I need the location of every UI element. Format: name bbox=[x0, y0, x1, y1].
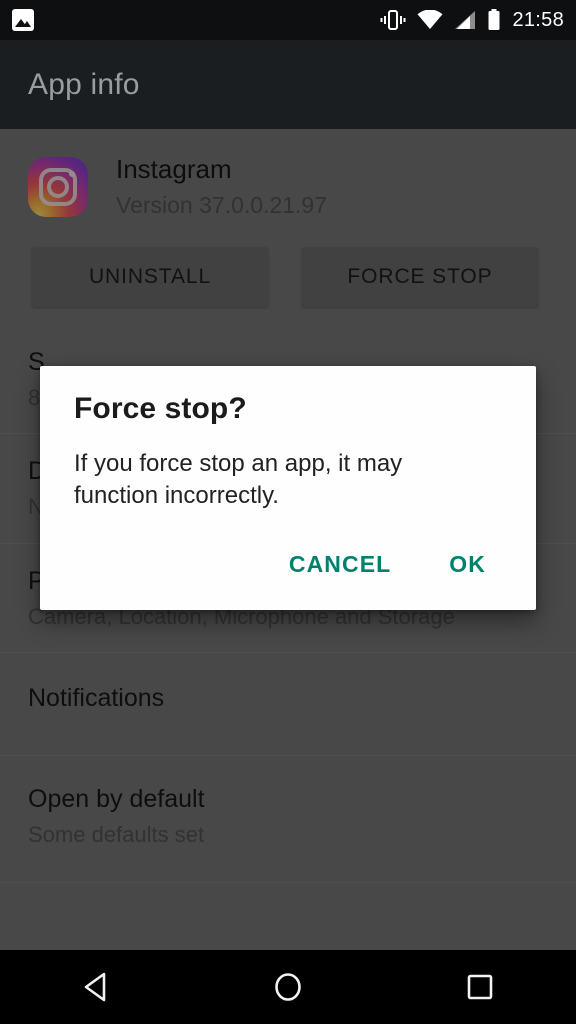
home-circle-icon bbox=[275, 973, 301, 1001]
list-item-title: Notifications bbox=[28, 684, 165, 713]
app-name: Instagram bbox=[116, 154, 232, 184]
dialog-message: If you force stop an app, it may functio… bbox=[74, 450, 403, 509]
status-bar-system-icons: 21:58 bbox=[380, 9, 564, 31]
dialog-title: Force stop? bbox=[74, 392, 247, 425]
list-item-open-by-default[interactable]: Open by default Some defaults set bbox=[0, 755, 576, 882]
phone-screen: 21:58 App info Instagram Version 37.0.0.… bbox=[0, 0, 576, 1024]
app-header-row: Instagram Version 37.0.0.21.97 bbox=[0, 129, 576, 231]
vibrate-icon bbox=[380, 10, 406, 30]
page-title: App info bbox=[28, 67, 140, 101]
force-stop-button[interactable]: FORCE STOP bbox=[302, 246, 538, 307]
status-bar-clock: 21:58 bbox=[512, 9, 564, 31]
back-button[interactable] bbox=[48, 950, 144, 1024]
instagram-icon bbox=[28, 156, 88, 217]
status-bar-notifications bbox=[12, 9, 34, 31]
force-stop-dialog: Force stop? If you force stop an app, it… bbox=[40, 366, 536, 611]
list-item-notifications[interactable]: Notifications bbox=[0, 652, 576, 755]
navigation-bar bbox=[0, 950, 576, 1024]
cellular-signal-icon bbox=[455, 11, 476, 29]
recents-button[interactable] bbox=[432, 950, 528, 1024]
dialog-actions: CANCEL OK bbox=[74, 541, 506, 610]
cancel-button[interactable]: CANCEL bbox=[277, 541, 403, 588]
action-bar: App info bbox=[0, 40, 576, 129]
status-bar: 21:58 bbox=[0, 0, 576, 40]
recents-square-icon bbox=[467, 974, 493, 1000]
app-meta: Instagram Version 37.0.0.21.97 bbox=[88, 154, 327, 219]
wifi-icon bbox=[417, 10, 443, 29]
battery-icon bbox=[488, 9, 500, 30]
ok-button[interactable]: OK bbox=[437, 541, 498, 588]
list-item-title: Open by default bbox=[28, 785, 205, 814]
list-item-subtitle: Some defaults set bbox=[28, 822, 205, 848]
list-divider bbox=[0, 882, 576, 916]
app-version: Version 37.0.0.21.97 bbox=[116, 191, 327, 218]
home-button[interactable] bbox=[240, 950, 336, 1024]
back-triangle-icon bbox=[84, 972, 106, 1002]
photo-icon bbox=[12, 9, 34, 31]
uninstall-button[interactable]: UNINSTALL bbox=[32, 246, 268, 307]
app-action-buttons: UNINSTALL FORCE STOP bbox=[0, 231, 576, 307]
